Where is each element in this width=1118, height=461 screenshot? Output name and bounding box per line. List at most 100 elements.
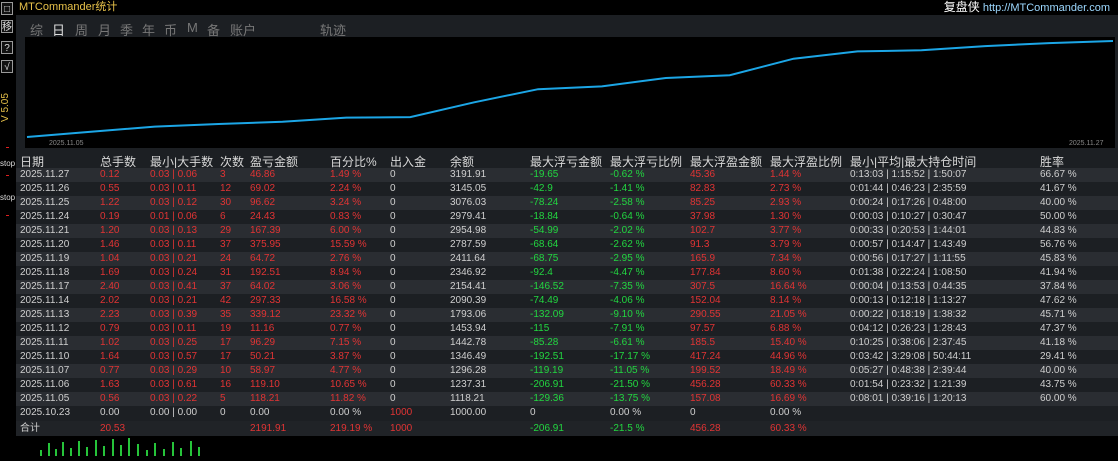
cell-hold-time: 0:03:42 | 3:29:08 | 50:44:11 bbox=[850, 351, 972, 362]
cell-percent: 6.00 % bbox=[330, 225, 362, 236]
cell-trade-count: 12 bbox=[220, 183, 232, 194]
table-row[interactable]: 2025.11.21 1.20 0.03 | 0.13 29 167.39 6.00 % 0… bbox=[16, 224, 1118, 238]
cell-max-float-loss: -146.52 bbox=[530, 281, 564, 292]
help-button[interactable]: ? bbox=[1, 41, 13, 54]
cell-max-float-profit: 97.57 bbox=[690, 323, 716, 334]
brand-url-link[interactable]: http://MTCommander.com bbox=[983, 2, 1110, 14]
cell-pnl-amount: 64.02 bbox=[250, 281, 276, 292]
cell-trade-count: 35 bbox=[220, 309, 232, 320]
stop-label-2[interactable]: stop bbox=[0, 193, 15, 202]
cell-pnl-amount: 119.10 bbox=[250, 379, 280, 390]
cell-max-float-profit: 165.9 bbox=[690, 253, 716, 264]
cell-total-lots: 1.69 bbox=[100, 267, 120, 278]
cell-win-rate: 41.94 % bbox=[1040, 267, 1077, 278]
cell-win-rate: 43.75 % bbox=[1040, 379, 1077, 390]
cell-trade-count: 17 bbox=[220, 337, 232, 348]
cell-win-rate: 45.71 % bbox=[1040, 309, 1077, 320]
stop-label-1[interactable]: stop bbox=[0, 159, 15, 168]
price-bar bbox=[172, 442, 174, 456]
cell-max-float-loss-pct: -21.50 % bbox=[610, 379, 651, 390]
cell-win-rate: 47.62 % bbox=[1040, 295, 1077, 306]
price-bar bbox=[190, 441, 192, 456]
stats-panel: MTCommander统计 复盘侠 http://MTCommander.com… bbox=[16, 0, 1118, 436]
cell-hold-time: 0:00:22 | 0:18:19 | 1:38:32 bbox=[850, 309, 967, 320]
cell-percent: 7.15 % bbox=[330, 337, 362, 348]
cell-total-lots: 0.00 bbox=[100, 407, 120, 418]
cell-deposit: 0 bbox=[390, 169, 396, 180]
cell-balance: 2411.64 bbox=[450, 253, 486, 264]
cell-trade-count: 17 bbox=[220, 351, 232, 362]
table-row[interactable]: 2025.11.18 1.69 0.03 | 0.24 31 192.51 8.94 % 0… bbox=[16, 266, 1118, 280]
table-row[interactable]: 2025.11.24 0.19 0.01 | 0.06 6 24.43 0.83 % 0 29… bbox=[16, 210, 1118, 224]
price-bar bbox=[95, 440, 97, 456]
table-row[interactable]: 2025.11.12 0.79 0.03 | 0.11 19 11.16 0.77 % 0 1… bbox=[16, 322, 1118, 336]
cell-min-max-lots: 0.03 | 0.29 bbox=[150, 365, 198, 376]
cell-balance: 2979.41 bbox=[450, 211, 487, 222]
cell-win-rate: 60.00 % bbox=[1040, 393, 1077, 404]
cell-trade-count: 6 bbox=[220, 211, 226, 222]
window-toggle-button[interactable]: □ bbox=[1, 2, 13, 15]
cell-max-float-profit: 102.7 bbox=[690, 225, 716, 236]
table-row[interactable]: 2025.11.26 0.55 0.03 | 0.11 12 69.02 2.24 % 0 3… bbox=[16, 182, 1118, 196]
price-bar bbox=[198, 447, 200, 456]
cell-max-float-loss: -119.19 bbox=[530, 365, 564, 376]
total-total-lots: 20.53 bbox=[100, 423, 126, 434]
cell-max-float-loss: -42.9 bbox=[530, 183, 553, 194]
cell-min-max-lots: 0.03 | 0.39 bbox=[150, 309, 198, 320]
total-deposit: 1000 bbox=[390, 423, 413, 434]
table-row[interactable]: 2025.11.20 1.46 0.03 | 0.11 37 375.95 15.59 %… bbox=[16, 238, 1118, 252]
cell-percent: 0.77 % bbox=[330, 323, 362, 334]
cell-deposit: 0 bbox=[390, 379, 396, 390]
cell-balance: 1793.06 bbox=[450, 309, 487, 320]
cell-trade-count: 19 bbox=[220, 323, 232, 334]
price-bar bbox=[180, 448, 182, 456]
cell-trade-count: 29 bbox=[220, 225, 232, 236]
cell-date: 2025.10.23 bbox=[20, 407, 71, 418]
cell-min-max-lots: 0.03 | 0.11 bbox=[150, 183, 197, 194]
cell-max-float-profit-pct: 8.14 % bbox=[770, 295, 802, 306]
cell-percent: 16.58 % bbox=[330, 295, 367, 306]
price-bar bbox=[70, 448, 72, 456]
tab-7[interactable]: M bbox=[187, 20, 198, 35]
confirm-button[interactable]: √ bbox=[1, 60, 13, 73]
cell-deposit: 0 bbox=[390, 225, 396, 236]
table-row[interactable]: 2025.11.06 1.63 0.03 | 0.61 16 119.10 10.65 %… bbox=[16, 378, 1118, 392]
brand[interactable]: 复盘侠 http://MTCommander.com bbox=[944, 0, 1110, 15]
title-bar: MTCommander统计 复盘侠 http://MTCommander.com bbox=[16, 0, 1118, 15]
table-row[interactable]: 2025.11.05 0.56 0.03 | 0.22 5 118.21 11.82 % 0… bbox=[16, 392, 1118, 406]
table-row[interactable]: 2025.11.27 0.12 0.03 | 0.06 3 46.86 1.49 % 0 31… bbox=[16, 168, 1118, 182]
table-row[interactable]: 2025.11.25 1.22 0.03 | 0.12 30 96.62 3.24 % 0 3… bbox=[16, 196, 1118, 210]
table-row[interactable]: 2025.11.13 2.23 0.03 | 0.39 35 339.12 23.32 %… bbox=[16, 308, 1118, 322]
cell-max-float-profit-pct: 60.33 % bbox=[770, 379, 807, 390]
cell-max-float-loss-pct: -6.61 % bbox=[610, 337, 645, 348]
cell-total-lots: 0.77 bbox=[100, 365, 120, 376]
table-row[interactable]: 2025.11.07 0.77 0.03 | 0.29 10 58.97 4.77 % 0 1… bbox=[16, 364, 1118, 378]
cell-trade-count: 42 bbox=[220, 295, 232, 306]
table-row[interactable]: 2025.11.17 2.40 0.03 | 0.41 37 64.02 3.06 % 0 2… bbox=[16, 280, 1118, 294]
move-button[interactable]: 移 bbox=[1, 20, 13, 33]
cell-date: 2025.11.13 bbox=[20, 309, 70, 320]
cell-max-float-loss: -192.51 bbox=[530, 351, 564, 362]
table-row[interactable]: 2025.11.14 2.02 0.03 | 0.21 42 297.33 16.58 %… bbox=[16, 294, 1118, 308]
cell-max-float-profit: 85.25 bbox=[690, 197, 716, 208]
cell-min-max-lots: 0.01 | 0.06 bbox=[150, 211, 198, 222]
cell-pnl-amount: 96.29 bbox=[250, 337, 276, 348]
cell-date: 2025.11.20 bbox=[20, 239, 70, 250]
cell-pnl-amount: 96.62 bbox=[250, 197, 276, 208]
cell-max-float-loss-pct: -17.17 % bbox=[610, 351, 651, 362]
equity-curve-svg bbox=[26, 40, 1114, 138]
cell-balance: 1346.49 bbox=[450, 351, 487, 362]
cell-max-float-loss: -92.4 bbox=[530, 267, 553, 278]
table-row[interactable]: 2025.11.10 1.64 0.03 | 0.57 17 50.21 3.87 % 0 1… bbox=[16, 350, 1118, 364]
cell-balance: 1118.21 bbox=[450, 393, 485, 404]
cell-max-float-loss-pct: -11.05 % bbox=[610, 365, 650, 376]
cell-date: 2025.11.18 bbox=[20, 267, 70, 278]
cell-date: 2025.11.12 bbox=[20, 323, 70, 334]
cell-percent: 3.24 % bbox=[330, 197, 362, 208]
cell-min-max-lots: 0.03 | 0.41 bbox=[150, 281, 198, 292]
price-bar bbox=[120, 445, 122, 456]
table-row[interactable]: 2025.11.19 1.04 0.03 | 0.21 24 64.72 2.76 % 0 2… bbox=[16, 252, 1118, 266]
cell-max-float-profit: 37.98 bbox=[690, 211, 716, 222]
table-row[interactable]: 2025.10.23 0.00 0.00 | 0.00 0 0.00 0.00 % 1000… bbox=[16, 406, 1118, 420]
table-row[interactable]: 2025.11.11 1.02 0.03 | 0.25 17 96.29 7.15 % 0 1… bbox=[16, 336, 1118, 350]
